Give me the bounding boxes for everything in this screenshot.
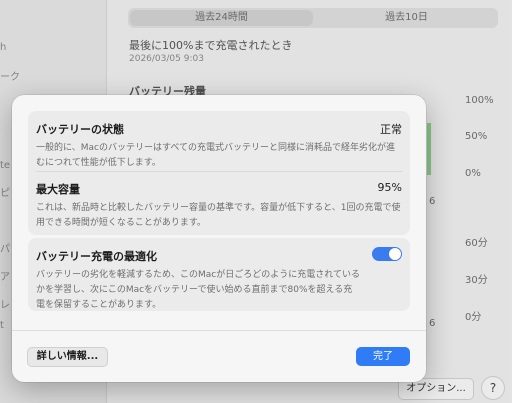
toggle-knob <box>389 248 401 260</box>
optimize-description: バッテリーの劣化を軽減するため、このMacが日ごろどのように充電されているかを学… <box>36 270 360 310</box>
battery-health-description: 一般的に、Macのバッテリーはすべての充電式バッテリーと同様に消耗品で経年劣化が… <box>36 143 395 168</box>
done-button[interactable]: 完了 <box>356 347 410 366</box>
optimize-group: バッテリー充電の最適化 バッテリーの劣化を軽減するため、このMacが日ごろどのよ… <box>28 238 410 311</box>
optimize-row: バッテリー充電の最適化 バッテリーの劣化を軽減するため、このMacが日ごろどのよ… <box>36 248 360 313</box>
more-info-button[interactable]: 詳しい情報... <box>27 347 108 367</box>
battery-health-sheet: バッテリーの状態 正常 一般的に、Macのバッテリーはすべての充電式バッテリーと… <box>12 95 426 382</box>
battery-health-title: バッテリーの状態 <box>36 123 124 136</box>
divider <box>36 171 402 172</box>
max-capacity-description: これは、新品時と比較したバッテリー容量の基準です。容量が低下すると、1回の充電で… <box>36 203 401 228</box>
max-capacity-value: 95% <box>377 181 402 194</box>
battery-info-group: バッテリーの状態 正常 一般的に、Macのバッテリーはすべての充電式バッテリーと… <box>28 111 410 235</box>
battery-health-row: バッテリーの状態 正常 一般的に、Macのバッテリーはすべての充電式バッテリーと… <box>36 121 402 171</box>
footer-divider <box>12 330 426 331</box>
optimize-title: バッテリー充電の最適化 <box>36 250 157 263</box>
battery-health-value: 正常 <box>380 123 402 136</box>
optimize-toggle[interactable] <box>372 247 402 261</box>
max-capacity-row: 最大容量 95% これは、新品時と比較したバッテリー容量の基準です。容量が低下す… <box>36 181 402 231</box>
max-capacity-title: 最大容量 <box>36 183 80 196</box>
